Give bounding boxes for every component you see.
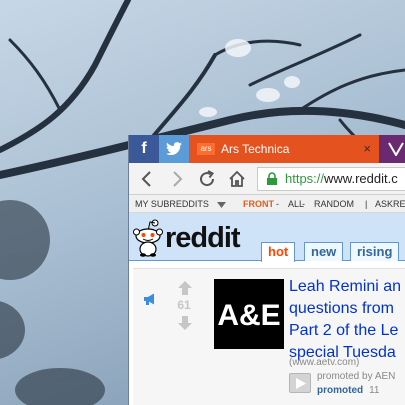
tab-title: Ars Technica [221,142,290,156]
forward-icon[interactable] [167,169,187,189]
address-bar[interactable]: https://www.reddit.c [257,167,405,191]
play-icon [296,378,306,389]
promoted-label[interactable]: promoted [317,385,363,396]
url-scheme: https:// [285,171,325,186]
url-host: www.reddit.c [324,171,398,186]
facebook-icon: f [141,140,147,157]
reddit-header: reddit hot new rising [129,213,405,262]
comment-count[interactable]: 11 [369,385,379,396]
svg-text:A&E: A&E [217,299,280,332]
promoted-by: promoted by AEN [317,371,396,382]
front-link[interactable]: FRONT [243,195,274,213]
reddit-logo[interactable]: reddit [165,222,241,255]
upvote-icon[interactable] [178,281,192,295]
post-title-line: questions from [289,300,394,317]
separator: - [276,199,279,209]
random-link[interactable]: RANDOM [314,195,354,213]
reload-icon[interactable] [197,169,217,189]
expando-button[interactable] [289,373,311,393]
lock-icon [267,172,277,185]
tab-facebook[interactable]: f [129,135,159,163]
main-content: 61 A&E Leah Remini an questions from Par… [129,262,405,405]
divider: | [365,199,368,209]
askreddit-link[interactable]: ASKRED [375,195,405,213]
post-score: 61 [177,298,191,312]
url-text: https://www.reddit.c [285,168,398,190]
post-title-line: Leah Remini an [289,278,402,295]
vivaldi-icon [388,142,404,156]
post-title[interactable]: Leah Remini an questions from Part 2 of … [289,276,405,364]
tab-rising[interactable]: rising [350,242,400,261]
reddit-alien-icon[interactable] [133,219,163,257]
promoted-row: promoted 11 [317,385,380,396]
tab-vivaldi[interactable] [379,135,405,163]
post-thumbnail[interactable]: A&E [214,279,284,349]
ars-favicon: ars [197,143,215,155]
tab-strip: f ars Ars Technica × [129,135,405,163]
tab-ars-technica[interactable]: ars Ars Technica × [189,135,379,163]
my-subreddits-dropdown[interactable]: MY SUBREDDITS [135,195,209,213]
navigation-bar: https://www.reddit.c [129,163,405,195]
home-icon[interactable] [227,169,247,189]
subreddit-bar: MY SUBREDDITS FRONT - ALL - RANDOM | ASK… [129,195,405,213]
twitter-icon [166,142,182,156]
megaphone-icon [144,293,154,305]
dropdown-arrow-icon[interactable] [217,202,226,208]
post-domain[interactable]: (www.aetv.com) [289,357,359,368]
tab-twitter[interactable] [159,135,189,163]
browser-window: f ars Ars Technica × https://www.reddit.… [128,135,405,405]
downvote-icon[interactable] [178,316,192,330]
separator: - [302,199,305,209]
post-title-line: Part 2 of the Le [289,322,399,339]
promoted-post: 61 A&E Leah Remini an questions from Par… [133,268,405,405]
close-icon[interactable]: × [363,141,371,156]
ae-logo: A&E [217,299,280,332]
tab-new[interactable]: new [304,242,344,261]
tab-hot[interactable]: hot [261,242,296,262]
back-icon[interactable] [137,169,157,189]
